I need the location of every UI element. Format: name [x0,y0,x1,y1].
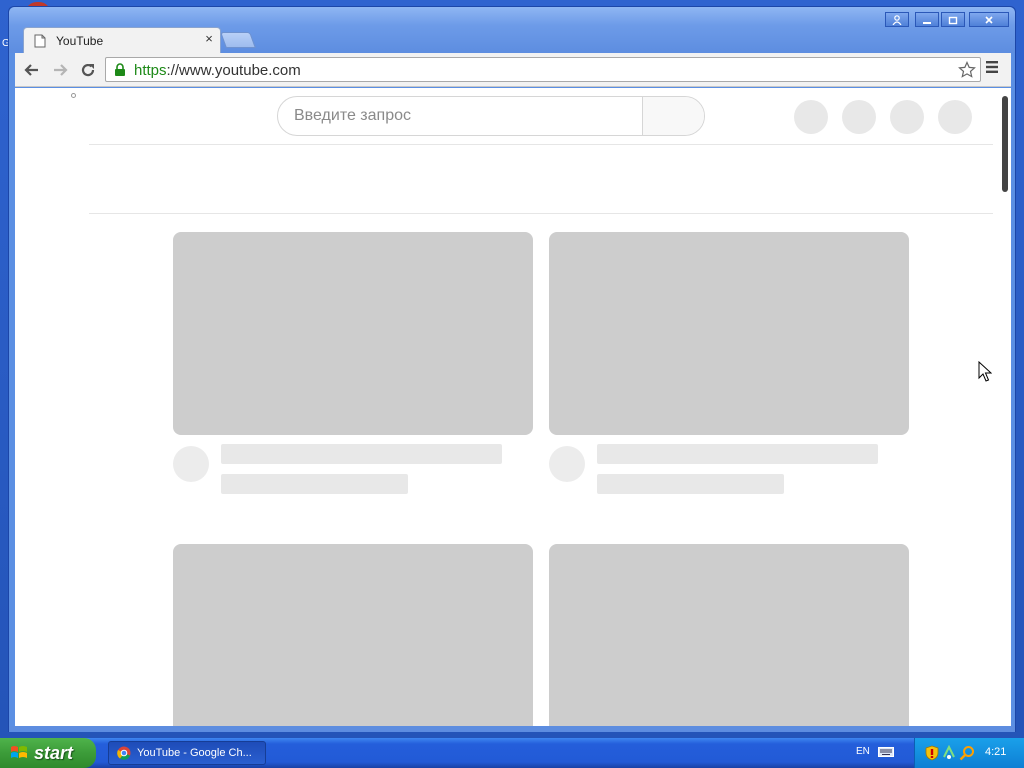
scrollbar-thumb[interactable] [1002,96,1008,192]
clock[interactable]: 4:21 [985,746,1006,758]
video-meta-placeholder [221,474,408,494]
system-tray: 4:21 [914,738,1024,768]
restore-icon [948,16,958,24]
forward-button[interactable] [49,59,71,81]
browser-toolbar: https://www.youtube.com [15,53,1011,87]
video-thumbnail-placeholder[interactable] [173,544,533,726]
video-title-placeholder[interactable] [597,444,878,464]
video-title-placeholder[interactable] [221,444,502,464]
language-indicator[interactable]: EN [856,746,870,757]
bookmark-star-icon[interactable] [958,61,976,79]
taskbar-item-chrome[interactable]: YouTube - Google Ch... [108,741,266,765]
back-button[interactable] [21,59,43,81]
url-scheme: https [134,62,167,79]
search-icon[interactable] [959,745,975,761]
arrow-left-icon [24,64,38,76]
lock-icon[interactable] [114,63,126,77]
video-thumbnail-placeholder[interactable] [549,544,909,726]
header-button-placeholder[interactable] [938,100,972,134]
video-thumbnail-placeholder[interactable] [173,232,533,435]
header-button-placeholder[interactable] [890,100,924,134]
page-icon [34,34,46,48]
tab-title: YouTube [56,34,104,48]
minimize-icon [923,21,931,24]
header-button-placeholder[interactable] [794,100,828,134]
close-icon [985,15,993,24]
taskbar: start YouTube - Google Ch... EN 4:21 [0,738,1024,768]
windows-logo-icon [11,746,27,758]
start-button[interactable]: start [0,738,96,768]
chips-divider [89,213,993,214]
mouse-cursor-icon [978,361,992,382]
search-box [277,96,705,136]
url-text[interactable]: https://www.youtube.com [134,62,301,79]
tab-youtube[interactable]: YouTube × [23,27,221,54]
arrow-right-icon [54,64,68,76]
new-tab-button[interactable] [220,32,256,48]
minimize-button[interactable] [915,12,939,27]
video-meta-placeholder [597,474,784,494]
tray-icons [925,745,975,761]
start-label: start [34,742,74,763]
channel-avatar-placeholder[interactable] [549,446,585,482]
masthead-divider [89,144,993,145]
address-bar[interactable]: https://www.youtube.com [105,57,981,82]
profile-button[interactable] [885,12,909,27]
window-frame-bottom [9,726,1015,732]
taskbar-item-label: YouTube - Google Ch... [137,747,252,759]
search-button[interactable] [642,97,704,135]
loading-dot [71,93,76,98]
tab-close-button[interactable]: × [202,32,216,46]
page-viewport [15,88,1011,726]
network-icon[interactable] [942,745,956,761]
channel-avatar-placeholder[interactable] [173,446,209,482]
person-icon [892,14,902,25]
close-window-button[interactable] [969,12,1009,27]
header-button-placeholder[interactable] [842,100,876,134]
chrome-icon [117,746,131,760]
reload-icon [81,63,95,77]
video-thumbnail-placeholder[interactable] [549,232,909,435]
vertical-scrollbar[interactable] [999,88,1011,726]
maximize-button[interactable] [941,12,965,27]
reload-button[interactable] [77,59,99,81]
url-host: ://www.youtube.com [166,62,301,79]
menu-icon[interactable] [985,60,999,74]
security-shield-icon[interactable] [925,745,939,761]
search-input[interactable] [278,97,642,135]
browser-window: YouTube × https://www.youtube.com [8,6,1016,732]
keyboard-icon[interactable] [878,747,894,757]
